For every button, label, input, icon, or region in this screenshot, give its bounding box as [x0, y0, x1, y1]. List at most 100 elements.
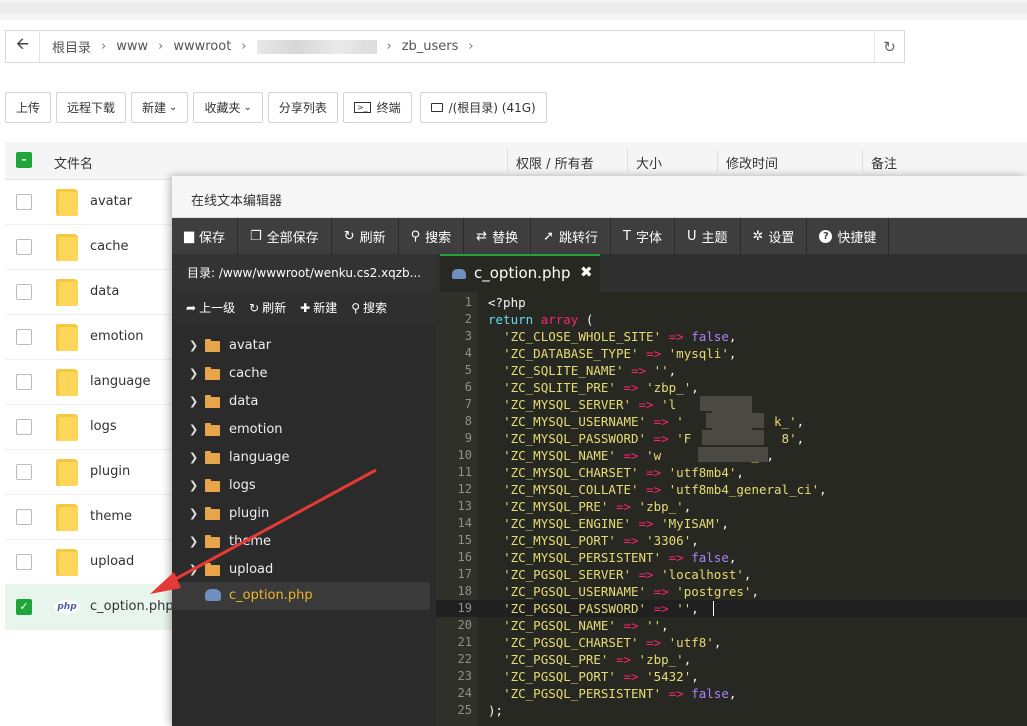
col-size[interactable]: 大小 — [636, 153, 662, 172]
file-name[interactable]: cache — [90, 239, 129, 254]
code-line: 12 'ZC_MYSQL_COLLATE' => 'utf8mb4_genera… — [436, 481, 1027, 498]
folder-icon — [56, 189, 78, 216]
crumb-root[interactable]: 根目录 — [46, 37, 97, 56]
row-checkbox[interactable]: ✓ — [16, 599, 32, 615]
code-line: 24 'ZC_PGSQL_PERSISTENT' => false, — [436, 685, 1027, 702]
file-name[interactable]: language — [90, 374, 151, 389]
code-text: 'ZC_PGSQL_PASSWORD' => '', — [503, 601, 699, 616]
file-row[interactable]: language — [5, 360, 173, 405]
file-name[interactable]: avatar — [90, 194, 132, 209]
file-row[interactable]: data — [5, 270, 173, 315]
tree-folder[interactable]: ❯ upload — [172, 556, 430, 584]
row-checkbox[interactable] — [16, 329, 32, 345]
code-area[interactable]: 1 <?php 2 return array (3 'ZC_CLOSE_WHOLE_S… — [436, 292, 1027, 726]
new-label: 新建 — [142, 101, 167, 115]
row-checkbox[interactable] — [16, 239, 32, 255]
file-row[interactable]: logs — [5, 405, 173, 450]
font-tool-button[interactable]: T 字体 — [611, 218, 675, 254]
row-checkbox[interactable] — [16, 464, 32, 480]
refresh-tool-button[interactable]: ↻ 刷新 — [332, 218, 399, 254]
code-text: return array ( — [488, 312, 594, 327]
crumb-www[interactable]: www — [110, 39, 154, 54]
file-row[interactable]: plugin — [5, 450, 173, 495]
help-icon: ? — [819, 229, 833, 243]
row-checkbox[interactable] — [16, 284, 32, 300]
jump-tool-button[interactable]: ➚ 跳转行 — [531, 218, 611, 254]
crumb-wwwroot[interactable]: wwwroot — [167, 39, 237, 54]
file-name[interactable]: emotion — [90, 329, 144, 344]
row-checkbox[interactable] — [16, 554, 32, 570]
tree-folder[interactable]: ❯ emotion — [172, 416, 430, 444]
terminal-label: 终端 — [376, 101, 401, 115]
favorites-button[interactable]: 收藏夹 ⌄ — [193, 92, 263, 123]
code-text: 'ZC_DATABASE_TYPE' => 'mysqli', — [503, 346, 737, 361]
file-row[interactable]: cache — [5, 225, 173, 270]
file-row[interactable]: emotion — [5, 315, 173, 360]
share-list-button[interactable]: 分享列表 — [267, 92, 338, 123]
save-tool-button[interactable]: ▆ 保存 — [172, 218, 239, 254]
editor-toolbar: ▆ 保存 ❐ 全部保存 ↻ 刷新 ⚲ 搜索 ⇄ 替换 ➚ 跳转行 T 字体 U 主题 ✲ 设置? 快捷键 — [172, 218, 1027, 254]
row-checkbox[interactable] — [16, 419, 32, 435]
close-icon[interactable]: ✖ — [580, 263, 593, 281]
share-arrow-icon: ➦ — [186, 300, 197, 315]
upload-button[interactable]: 上传 — [5, 92, 52, 123]
tool-label: 主题 — [701, 230, 728, 246]
sidebar-search-button[interactable]: ⚲ 搜索 — [351, 299, 387, 316]
search-tool-button[interactable]: ⚲ 搜索 — [399, 218, 465, 254]
folder-icon — [205, 535, 220, 548]
tree-folder[interactable]: ❯ language — [172, 444, 430, 472]
editor-title-bar[interactable]: 在线文本编辑器 — [172, 176, 1027, 218]
save-all-tool-button[interactable]: ❐ 全部保存 — [238, 218, 332, 254]
gear-tool-button[interactable]: ✲ 设置 — [741, 218, 808, 254]
help-tool-button[interactable]: ? 快捷键 — [807, 218, 890, 254]
file-name[interactable]: c_option.php — [90, 599, 174, 614]
tree-folder[interactable]: ❯ theme — [172, 528, 430, 556]
file-row[interactable]: avatar — [5, 180, 173, 225]
save-all-icon: ❐ — [250, 228, 262, 244]
file-name[interactable]: upload — [90, 554, 134, 569]
terminal-button[interactable]: >_ 终端 — [342, 92, 412, 123]
sidebar-new-button[interactable]: ✚ 新建 — [300, 299, 337, 316]
col-mtime[interactable]: 修改时间 — [726, 153, 778, 172]
remote-download-button[interactable]: 远程下载 — [56, 92, 127, 123]
file-row[interactable]: upload — [5, 540, 173, 585]
file-row[interactable]: ✓ php c_option.php — [5, 585, 174, 630]
refresh-icon[interactable]: ↻ — [874, 31, 904, 62]
blurred-crumb[interactable] — [256, 39, 377, 54]
disk-button[interactable]: /(根目录) (41G) — [419, 92, 547, 123]
tree-folder-label: upload — [229, 562, 274, 577]
tree-folder[interactable]: ❯ avatar — [172, 332, 430, 360]
tree-folder[interactable]: ❯ data — [172, 388, 430, 416]
crumb-zb-users[interactable]: zb_users — [396, 39, 465, 54]
arrow-left-icon[interactable]: 🡨 — [6, 31, 40, 62]
col-perm[interactable]: 权限 / 所有者 — [516, 153, 594, 172]
line-number: 9 — [464, 431, 472, 445]
sidebar-refresh-button[interactable]: ↻ 刷新 — [249, 299, 286, 316]
tree-file[interactable]: c_option.php — [172, 582, 430, 610]
tree-folder[interactable]: ❯ plugin — [172, 500, 430, 528]
theme-tool-button[interactable]: U 主题 — [675, 218, 741, 254]
tree-folder[interactable]: ❯ logs — [172, 472, 430, 500]
code-line: 25); — [436, 702, 1027, 719]
upload-label: 上传 — [16, 101, 41, 115]
file-row[interactable]: theme — [5, 495, 173, 540]
file-name[interactable]: theme — [90, 509, 132, 524]
tree-folder[interactable]: ❯ cache — [172, 360, 430, 388]
file-toolbar: 上传 远程下载 新建 ⌄ 收藏夹 ⌄ 分享列表 >_ 终端 /(根目录) (41G) — [5, 92, 552, 124]
line-number: 17 — [457, 567, 472, 581]
tab-c-option[interactable]: c_option.php ✖ — [440, 254, 600, 292]
tool-label: 设置 — [768, 230, 795, 246]
replace-tool-button[interactable]: ⇄ 替换 — [464, 218, 532, 254]
row-checkbox[interactable] — [16, 194, 32, 210]
tool-label: 刷新 — [359, 230, 386, 246]
file-name[interactable]: data — [90, 284, 119, 299]
up-level-button[interactable]: ➦ 上一级 — [186, 299, 235, 316]
plus-icon: ✚ — [300, 300, 311, 315]
new-button[interactable]: 新建 ⌄ — [131, 92, 189, 123]
select-all-checkbox[interactable]: – — [16, 152, 32, 168]
col-name[interactable]: 文件名 — [54, 153, 93, 172]
file-name[interactable]: logs — [90, 419, 117, 434]
row-checkbox[interactable] — [16, 374, 32, 390]
file-name[interactable]: plugin — [90, 464, 130, 479]
row-checkbox[interactable] — [16, 509, 32, 525]
